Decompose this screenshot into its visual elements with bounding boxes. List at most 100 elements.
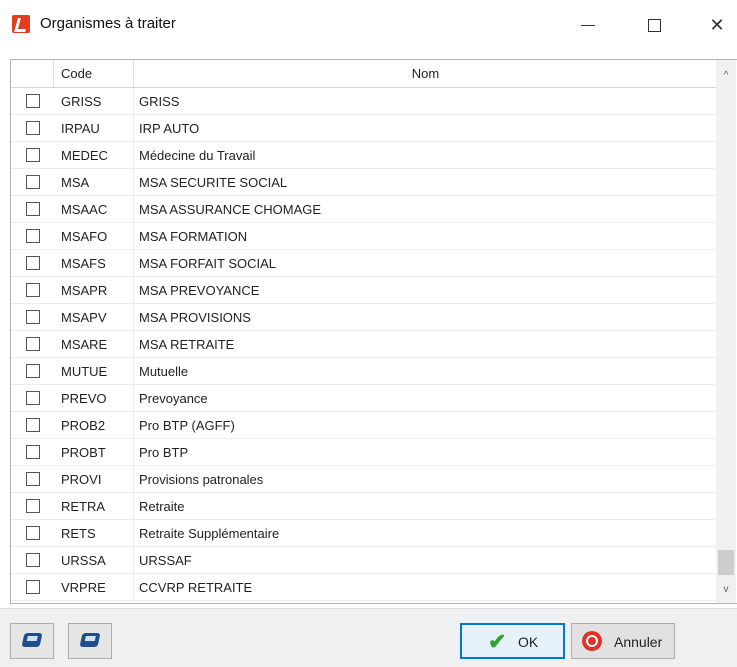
row-code: RETS [53, 520, 134, 547]
ok-label: OK [518, 634, 539, 650]
table-row[interactable]: MSA MSA SECURITE SOCIAL [11, 169, 716, 196]
table-row[interactable]: GRISS GRISS [11, 88, 716, 115]
header-checkbox-column [11, 60, 54, 87]
scroll-up-icon[interactable]: ^ [716, 64, 736, 88]
row-code: MSAPR [53, 277, 134, 304]
row-checkbox[interactable] [26, 202, 40, 216]
table-row[interactable]: MSAFS MSA FORFAIT SOCIAL [11, 250, 716, 277]
row-code: PROVI [53, 466, 134, 493]
row-checkbox[interactable] [26, 580, 40, 594]
row-code: MSAFS [53, 250, 134, 277]
stop-icon [582, 631, 602, 651]
grid-header: Code Nom [11, 60, 716, 88]
cancel-button[interactable]: Annuler [571, 623, 675, 659]
row-checkbox[interactable] [26, 526, 40, 540]
vertical-scrollbar[interactable]: ^ v [716, 60, 736, 603]
row-nom: CCVRP RETRAITE [139, 580, 253, 595]
row-nom: MSA FORMATION [139, 229, 248, 244]
title-bar: Organismes à traiter ✕ [0, 0, 737, 54]
maximize-button[interactable] [641, 12, 667, 38]
row-checkbox[interactable] [26, 121, 40, 135]
app-logo-icon [12, 15, 30, 33]
row-nom: Prevoyance [139, 391, 208, 406]
row-checkbox[interactable] [26, 472, 40, 486]
table-row[interactable]: PROB2 Pro BTP (AGFF) [11, 412, 716, 439]
scroll-thumb[interactable] [718, 550, 734, 575]
row-nom: Retraite Supplémentaire [139, 526, 280, 541]
row-checkbox[interactable] [26, 553, 40, 567]
row-nom: MSA FORFAIT SOCIAL [139, 256, 277, 271]
row-nom: Retraite [139, 499, 185, 514]
row-checkbox[interactable] [26, 148, 40, 162]
row-nom: Pro BTP [139, 445, 189, 460]
cancel-label: Annuler [614, 634, 663, 650]
table-row[interactable]: MSAPR MSA PREVOYANCE [11, 277, 716, 304]
button-bar: ✔ OK Annuler [0, 608, 737, 667]
row-code: MSAPV [53, 304, 134, 331]
close-button[interactable]: ✕ [704, 12, 730, 38]
table-row[interactable]: MSAPV MSA PROVISIONS [11, 304, 716, 331]
row-code: VRPRE [53, 574, 134, 601]
table-row[interactable]: URSSA URSSAF [11, 547, 716, 574]
row-nom: GRISS [139, 94, 180, 109]
table-row[interactable]: MSARE MSA RETRAITE [11, 331, 716, 358]
row-nom: IRP AUTO [139, 121, 200, 136]
row-nom: Médecine du Travail [139, 148, 256, 163]
row-nom: Provisions patronales [139, 472, 264, 487]
row-checkbox[interactable] [26, 391, 40, 405]
table-row[interactable]: MUTUE Mutuelle [11, 358, 716, 385]
row-code: URSSA [53, 547, 134, 574]
row-nom: Mutuelle [139, 364, 189, 379]
row-nom: URSSAF [139, 553, 192, 568]
table-row[interactable]: PROBT Pro BTP [11, 439, 716, 466]
row-nom: MSA SECURITE SOCIAL [139, 175, 288, 190]
table-row[interactable]: MSAAC MSA ASSURANCE CHOMAGE [11, 196, 716, 223]
header-nom[interactable]: Nom [135, 60, 716, 87]
row-code: MSAAC [53, 196, 134, 223]
row-checkbox[interactable] [26, 175, 40, 189]
window-title: Organismes à traiter [40, 15, 176, 32]
row-code: MUTUE [53, 358, 134, 385]
table-row[interactable]: MSAFO MSA FORMATION [11, 223, 716, 250]
table-row[interactable]: PREVO Prevoyance [11, 385, 716, 412]
row-nom: MSA ASSURANCE CHOMAGE [139, 202, 322, 217]
table-row[interactable]: IRPAU IRP AUTO [11, 115, 716, 142]
row-code: MEDEC [53, 142, 134, 169]
row-code: GRISS [53, 88, 134, 115]
select-all-button[interactable] [10, 623, 54, 659]
row-code: IRPAU [53, 115, 134, 142]
table-row[interactable]: PROVI Provisions patronales [11, 466, 716, 493]
row-checkbox[interactable] [26, 418, 40, 432]
row-nom: MSA PROVISIONS [139, 310, 251, 325]
deselect-all-icon [79, 633, 101, 647]
row-nom: MSA PREVOYANCE [139, 283, 260, 298]
deselect-all-button[interactable] [68, 623, 112, 659]
check-icon: ✔ [488, 629, 507, 654]
row-code: PREVO [53, 385, 134, 412]
scroll-down-icon[interactable]: v [716, 578, 736, 602]
row-checkbox[interactable] [26, 364, 40, 378]
row-checkbox[interactable] [26, 283, 40, 297]
row-checkbox[interactable] [26, 94, 40, 108]
row-checkbox[interactable] [26, 445, 40, 459]
table-row[interactable]: RETRA Retraite [11, 493, 716, 520]
select-all-icon [21, 633, 43, 647]
row-checkbox[interactable] [26, 256, 40, 270]
row-checkbox[interactable] [26, 499, 40, 513]
row-checkbox[interactable] [26, 310, 40, 324]
row-code: MSARE [53, 331, 134, 358]
minimize-button[interactable] [575, 12, 601, 38]
ok-button[interactable]: ✔ OK [460, 623, 565, 659]
organismes-grid[interactable]: Code Nom GRISS GRISS IRPAU IRP AUTO MEDEC Méd… [10, 59, 737, 604]
row-nom: Pro BTP (AGFF) [139, 418, 235, 433]
row-checkbox[interactable] [26, 337, 40, 351]
row-checkbox[interactable] [26, 229, 40, 243]
row-code: MSA [53, 169, 134, 196]
header-code[interactable]: Code [53, 60, 134, 87]
table-row[interactable]: MEDEC Médecine du Travail [11, 142, 716, 169]
table-row[interactable]: VRPRE CCVRP RETRAITE [11, 574, 716, 601]
row-code: MSAFO [53, 223, 134, 250]
row-code: PROBT [53, 439, 134, 466]
table-row[interactable]: RETS Retraite Supplémentaire [11, 520, 716, 547]
row-code: PROB2 [53, 412, 134, 439]
